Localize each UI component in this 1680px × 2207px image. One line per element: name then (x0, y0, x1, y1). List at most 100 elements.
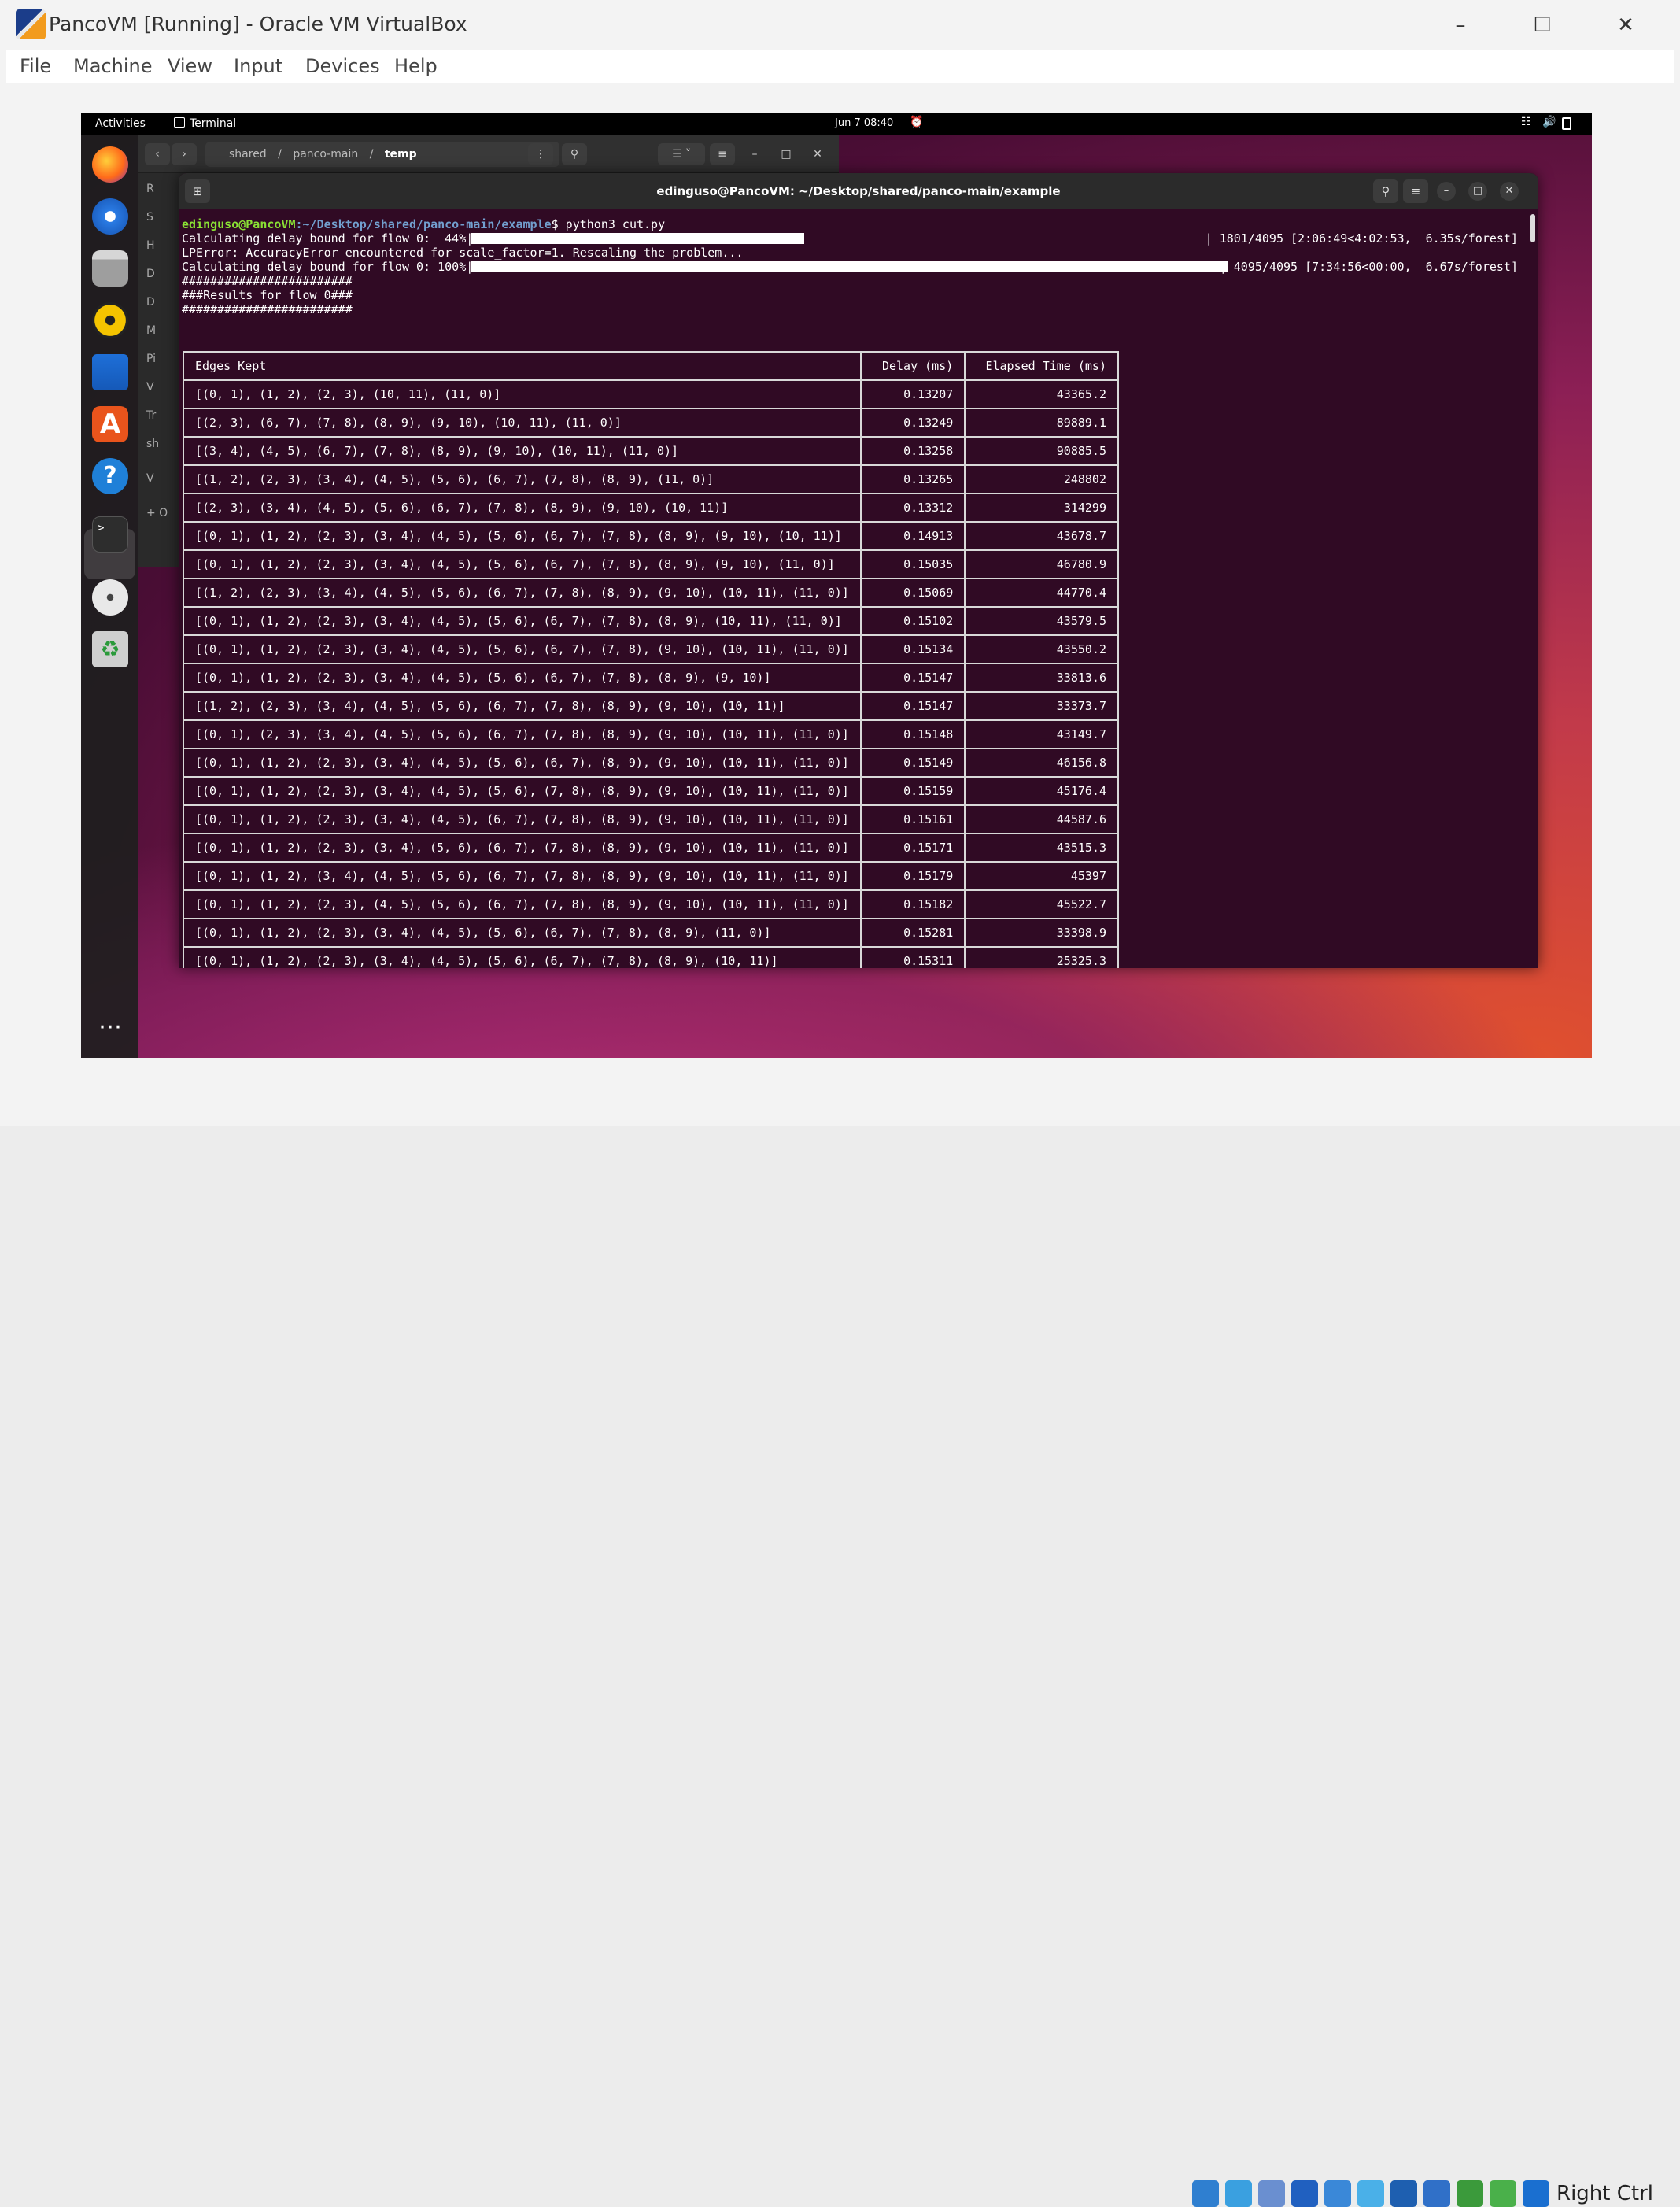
terminal-scrollbar[interactable] (1530, 214, 1535, 242)
app-menu[interactable]: Terminal (190, 117, 236, 130)
menu-devices[interactable]: Devices (305, 55, 380, 77)
view-toggle-button[interactable]: ☰ ˅ (658, 143, 705, 165)
menu-file[interactable]: File (20, 55, 51, 77)
path-menu-button[interactable]: ⋮ (528, 143, 553, 165)
sidebar-item[interactable]: D (146, 296, 155, 309)
disc-icon[interactable] (92, 579, 128, 616)
edges-cell: [(0, 1), (1, 2), (2, 3), (3, 4), (4, 5),… (183, 549, 862, 579)
progress-line-1-right: | 1801/4095 [2:06:49<4:02:53, 6.35s/fore… (1205, 231, 1518, 246)
shared-folders-icon[interactable] (1357, 2180, 1384, 2207)
prompt-path: :~/Desktop/shared/panco-main/example (295, 217, 552, 231)
search-icon[interactable]: ⚲ (562, 143, 587, 165)
files-minimize-button[interactable]: – (743, 143, 766, 165)
terminal-window[interactable]: ⊞ edinguso@PancoVM: ~/Desktop/shared/pan… (179, 173, 1538, 968)
terminal-maximize-button[interactable]: □ (1468, 182, 1487, 201)
activities-button[interactable]: Activities (95, 117, 146, 130)
table-row: [(0, 1), (1, 2), (2, 3), (3, 4), (4, 5),… (183, 946, 1119, 968)
minimize-button[interactable]: – (1445, 11, 1476, 39)
writer-icon[interactable] (92, 354, 128, 390)
guest-display[interactable]: Activities Terminal Jun 7 08:40 ⏰ ☷ 🔊 A … (81, 113, 1592, 1058)
thunderbird-icon[interactable] (92, 198, 128, 235)
elapsed-cell: 33373.7 (964, 691, 1119, 721)
edges-cell: [(1, 2), (2, 3), (3, 4), (4, 5), (5, 6),… (183, 578, 862, 608)
download-icon[interactable] (1523, 2180, 1549, 2207)
video-capture-icon[interactable] (1423, 2180, 1450, 2207)
recording-icon[interactable] (1457, 2180, 1483, 2207)
hard-disk-icon[interactable] (1192, 2180, 1219, 2207)
path-bar[interactable]: shared / panco-main / temp (205, 142, 559, 167)
table-row: [(0, 1), (1, 2), (2, 3), (3, 4), (4, 5),… (183, 804, 1119, 834)
forward-button[interactable]: › (172, 143, 197, 165)
terminal-close-button[interactable]: ✕ (1500, 182, 1519, 201)
firefox-icon[interactable] (92, 146, 128, 183)
display-icon[interactable] (1390, 2180, 1417, 2207)
terminal-output[interactable]: edinguso@PancoVM:~/Desktop/shared/panco-… (179, 209, 1526, 968)
table-row: [(2, 3), (6, 7), (7, 8), (8, 9), (9, 10)… (183, 408, 1119, 438)
close-button[interactable]: ✕ (1610, 11, 1641, 39)
sidebar-item[interactable]: M (146, 324, 156, 337)
volume-icon[interactable]: 🔊 (1542, 116, 1556, 128)
error-line: LPError: AccuracyError encountered for s… (182, 246, 744, 260)
network-icon[interactable] (1291, 2180, 1318, 2207)
menu-view[interactable]: View (168, 55, 212, 77)
other-locations[interactable]: + O (146, 507, 168, 519)
sidebar-item[interactable]: H (146, 239, 155, 252)
app-center-icon[interactable]: A (92, 406, 128, 442)
delay-cell: 0.15147 (859, 691, 966, 721)
sidebar-item[interactable]: R (146, 183, 154, 195)
search-icon[interactable]: ⚲ (1373, 179, 1398, 203)
terminal-minimize-button[interactable]: – (1437, 182, 1456, 201)
progress-line-1-left: Calculating delay bound for flow 0: 44%| (182, 231, 474, 246)
terminal-menu-button[interactable]: ≡ (1403, 179, 1428, 203)
delay-cell: 0.15148 (859, 719, 966, 749)
table-row: [(1, 2), (2, 3), (3, 4), (4, 5), (5, 6),… (183, 578, 1119, 608)
sidebar-item[interactable]: V (146, 472, 154, 485)
elapsed-cell: 90885.5 (964, 436, 1119, 466)
files-icon[interactable] (92, 250, 128, 287)
back-button[interactable]: ‹ (145, 143, 170, 165)
network-icon[interactable]: ☷ (1521, 116, 1531, 128)
sidebar-item[interactable]: sh (146, 438, 159, 450)
path-segment[interactable]: panco-main (293, 148, 358, 161)
files-close-button[interactable]: ✕ (806, 143, 829, 165)
elapsed-cell: 45397 (964, 861, 1119, 891)
usb-icon[interactable] (1324, 2180, 1351, 2207)
maximize-button[interactable]: ☐ (1527, 11, 1558, 39)
trash-icon[interactable]: ♻ (92, 631, 128, 667)
menu-help[interactable]: Help (394, 55, 438, 77)
files-menu-button[interactable]: ≡ (710, 143, 735, 165)
optical-drive-icon[interactable] (1225, 2180, 1252, 2207)
sidebar-item[interactable]: Tr (146, 409, 156, 422)
table-row: [(0, 1), (1, 2), (2, 3), (3, 4), (5, 6),… (183, 833, 1119, 863)
progress-line-2-right: | 4095/4095 [7:34:56<00:00, 6.67s/forest… (1219, 260, 1518, 274)
menu-machine[interactable]: Machine (73, 55, 152, 77)
terminal-headerbar[interactable]: ⊞ edinguso@PancoVM: ~/Desktop/shared/pan… (179, 173, 1538, 209)
battery-icon[interactable] (1562, 117, 1571, 130)
host-key-label[interactable]: Right Ctrl (1556, 2182, 1653, 2205)
audio-icon[interactable] (1258, 2180, 1285, 2207)
gnome-top-bar: Activities Terminal Jun 7 08:40 ⏰ ☷ 🔊 (81, 113, 1592, 135)
path-segment[interactable]: shared (229, 148, 267, 161)
sidebar-item[interactable]: S (146, 211, 153, 224)
files-headerbar: ‹ › shared / panco-main / temp ⋮ ⚲ ☰ ˅ ≡… (138, 135, 839, 173)
app-grid-icon[interactable]: ⋯ (92, 1009, 128, 1045)
path-segment-current[interactable]: temp (385, 148, 417, 161)
hash-line: ######################## (182, 302, 353, 316)
clock[interactable]: Jun 7 08:40 (835, 117, 893, 129)
help-icon[interactable]: ? (92, 458, 128, 494)
sidebar-item[interactable]: Pi (146, 353, 156, 365)
rhythmbox-icon[interactable] (92, 302, 128, 338)
vbox-menubar: File Machine View Input Devices Help (6, 50, 1674, 83)
edges-cell: [(0, 1), (1, 2), (2, 3), (3, 4), (4, 5),… (183, 946, 862, 968)
cpu-icon[interactable] (1490, 2180, 1516, 2207)
menu-input[interactable]: Input (234, 55, 282, 77)
delay-cell: 0.15311 (859, 946, 966, 968)
files-maximize-button[interactable]: □ (774, 143, 798, 165)
prompt-command: $ python3 cut.py (551, 217, 666, 231)
elapsed-cell: 25325.3 (964, 946, 1119, 968)
terminal-icon[interactable]: >_ (92, 516, 128, 553)
sidebar-item[interactable]: D (146, 268, 155, 280)
sidebar-item[interactable]: V (146, 381, 154, 394)
edges-cell: [(0, 1), (1, 2), (2, 3), (3, 4), (4, 5),… (183, 663, 862, 693)
vbox-titlebar[interactable]: PancoVM [Running] - Oracle VM VirtualBox… (0, 0, 1680, 50)
